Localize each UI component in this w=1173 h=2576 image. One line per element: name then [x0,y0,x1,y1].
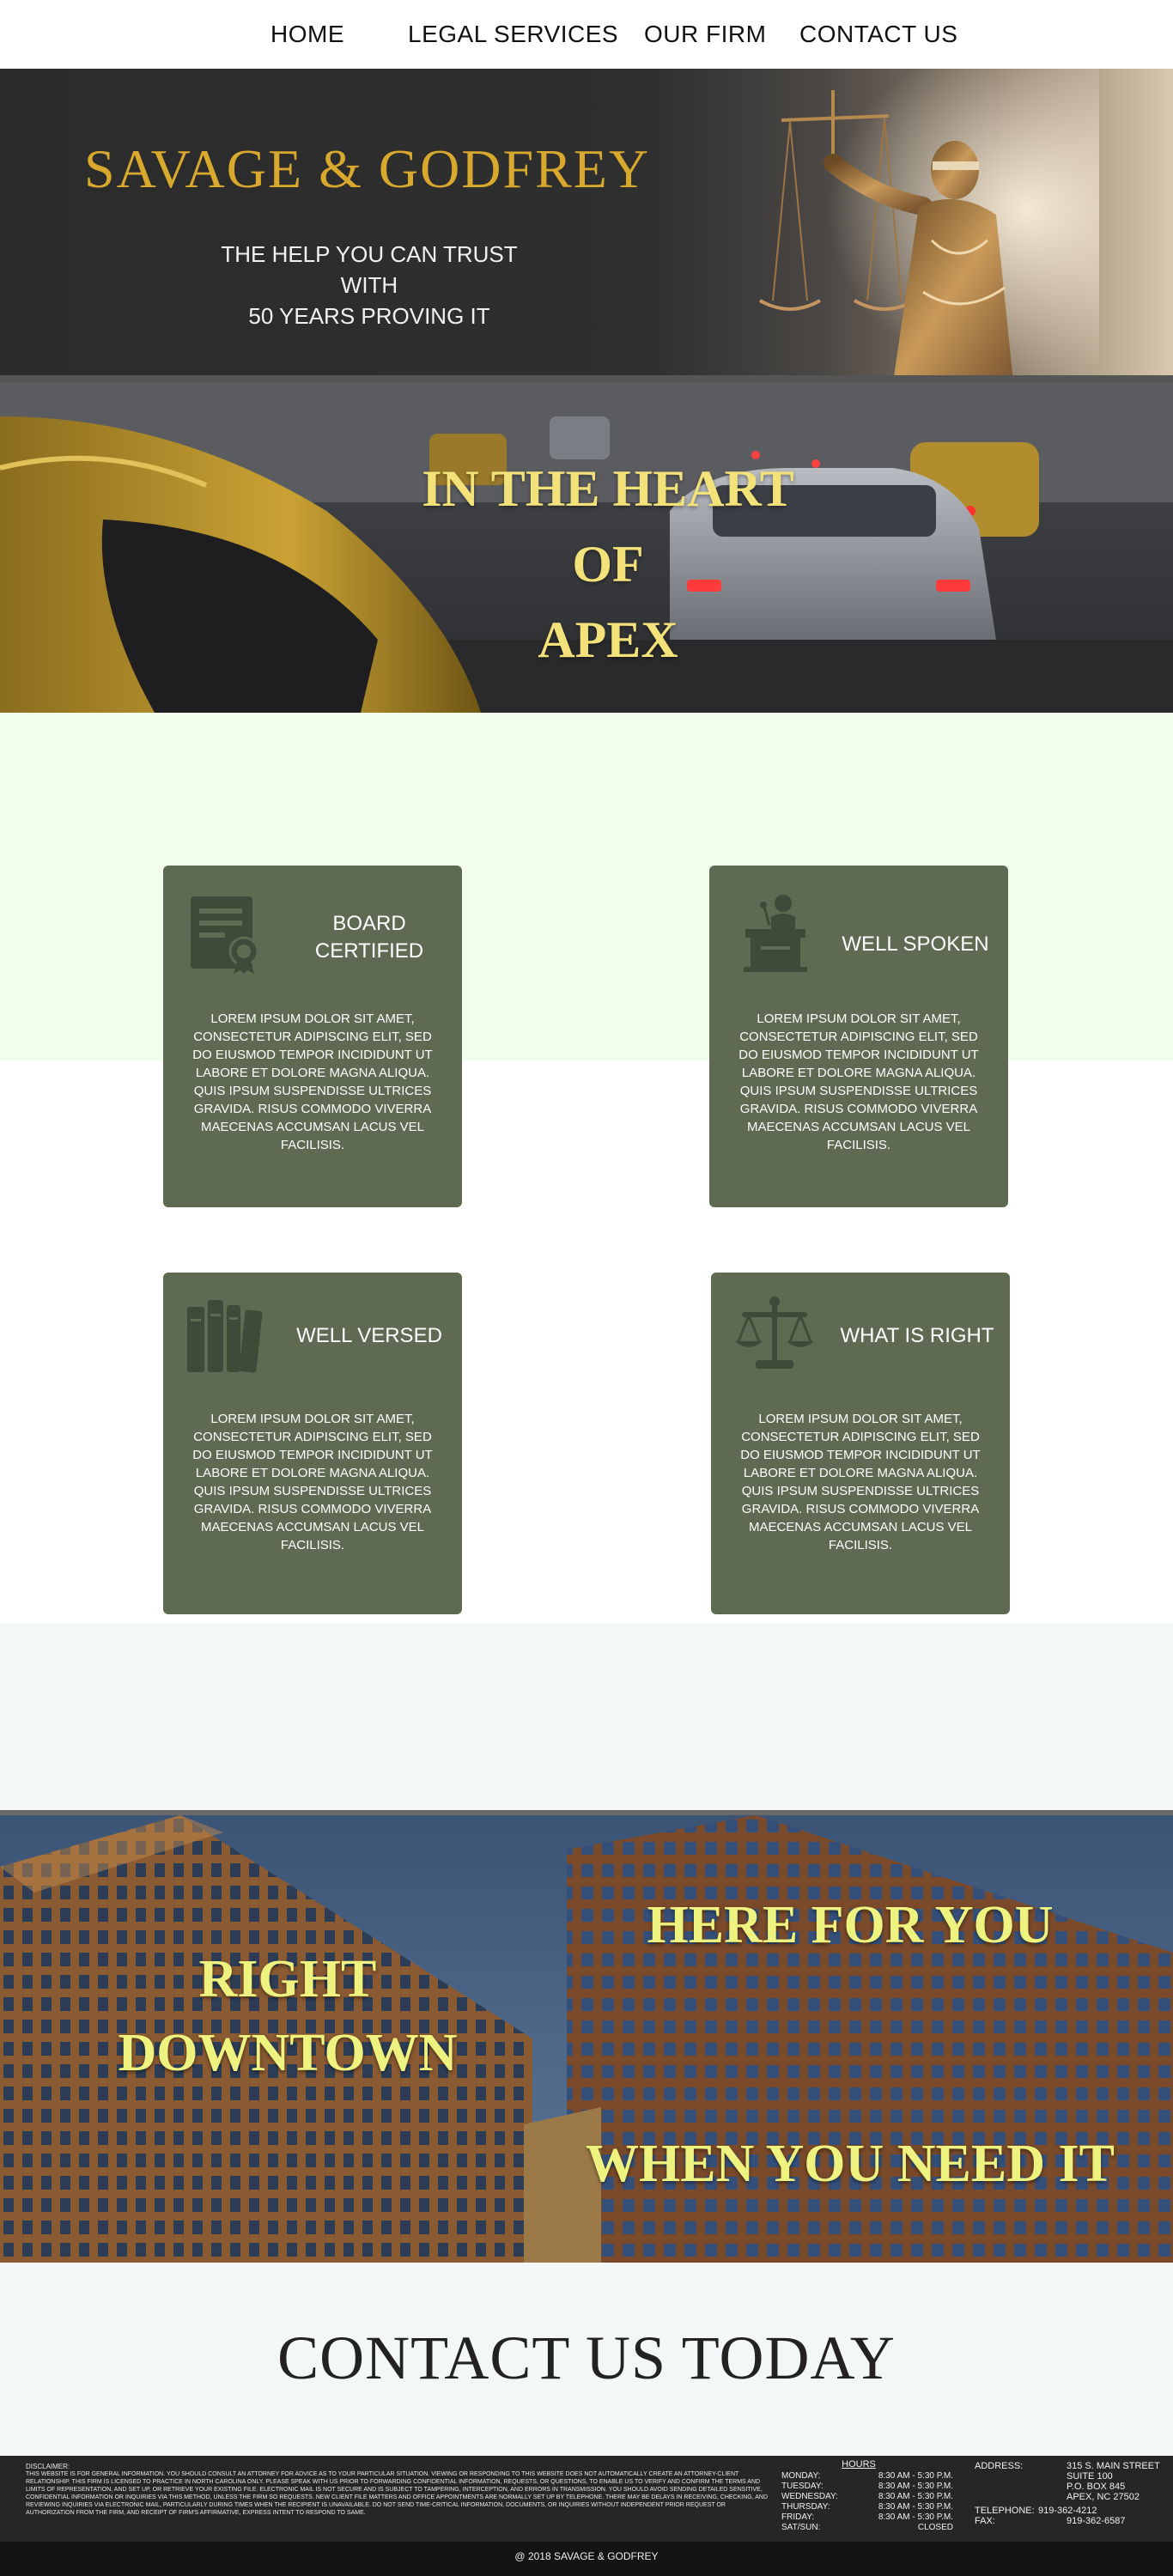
certificate-icon [191,896,259,974]
hours-day: MONDAY: [781,2471,821,2481]
feature-card-well-spoken: WELL SPOKEN LOREM IPSUM DOLOR SIT AMET, … [709,866,1008,1207]
card-title-line: BOARD [332,912,406,935]
card-body: LOREM IPSUM DOLOR SIT AMET, CONSECTETUR … [192,1412,433,1552]
card-title-line: CERTIFIED [314,939,424,963]
street-headline: IN THE HEART OF APEX [329,451,887,677]
hours-row: MONDAY: 8:30 AM - 5:30 P.M. [781,2471,953,2482]
podium-icon [744,895,807,972]
downtown-line: RIGHT [198,1950,377,2008]
hours-day: TUESDAY: [781,2482,824,2491]
address-row: ADDRESS: 315 S. MAIN STREET [975,2461,1164,2471]
card-body: LOREM IPSUM DOLOR SIT AMET, CONSECTETUR … [740,1412,981,1552]
downtown-banner: RIGHT DOWNTOWN HERE FOR YOU WHEN YOU NEE… [0,1810,1173,2263]
hours-time: 8:30 AM - 5:30 P.M. [878,2502,953,2512]
fax-label: FAX: [975,2516,995,2526]
fax-row: FAX: 919-362-6587 [975,2516,1164,2526]
hero-divider [0,375,1173,382]
hours-time: 8:30 AM - 5:30 P.M. [878,2471,953,2481]
card-title-line: WHAT IS RIGHT [840,1324,994,1347]
card-title: WELL VERSED [292,1322,447,1350]
hours-day: THURSDAY: [781,2502,830,2512]
headline-line: IN THE HEART [422,460,794,517]
nav-home-link[interactable]: HOME [270,21,344,48]
lady-justice-statue-icon [738,69,1099,382]
hours-row: SAT/SUN: CLOSED [781,2523,953,2533]
address-line: P.O. BOX 845 [1067,2482,1126,2492]
contact-title[interactable]: CONTACT US TODAY [0,2323,1173,2394]
feature-card-well-versed: WELL VERSED LOREM IPSUM DOLOR SIT AMET, … [163,1273,462,1614]
contact-section: CONTACT US TODAY [0,2263,1173,2456]
hours-day: WEDNESDAY: [781,2492,838,2501]
card-title: WELL SPOKEN [838,931,993,958]
hero-tagline: THE HELP YOU CAN TRUST WITH 50 YEARS PRO… [198,239,541,331]
feature-card-board-certified: BOARD CERTIFIED LOREM IPSUM DOLOR SIT AM… [163,866,462,1207]
downtown-line: DOWNTOWN [118,2024,458,2082]
card-title-line: WELL VERSED [296,1324,442,1347]
headline-line: OF [572,536,644,592]
feature-card-what-is-right: WHAT IS RIGHT LOREM IPSUM DOLOR SIT AMET… [711,1273,1010,1614]
telephone-row: TELEPHONE: 919-362-4212 [975,2506,1164,2516]
disclaimer-title: DISCLAIMER: [26,2463,70,2470]
address-row: SUITE 100 [975,2471,1164,2482]
hours-row: WEDNESDAY: 8:30 AM - 5:30 P.M. [781,2492,953,2502]
telephone-label: TELEPHONE: [975,2506,1035,2516]
top-nav: HOME LEGAL SERVICES OUR FIRM CONTACT US [0,0,1173,69]
hours-day: SAT/SUN: [781,2523,821,2532]
tagline-line: WITH [340,272,398,298]
hours-row: FRIDAY: 8:30 AM - 5:30 P.M. [781,2512,953,2523]
books-icon [187,1300,263,1373]
brand-logo-text: SAVAGE & GODFREY [84,138,651,199]
address-label: ADDRESS: [975,2461,1024,2471]
address-row: APEX, NC 27502 [975,2492,1164,2502]
address-row: P.O. BOX 845 [975,2482,1164,2492]
telephone-link[interactable]: 919-362-4212 [1038,2506,1097,2516]
when-you-need-it-text: WHEN YOU NEED IT [585,2135,1115,2193]
section-spacer [0,1623,1173,1810]
card-body: LOREM IPSUM DOLOR SIT AMET, CONSECTETUR … [192,1012,433,1152]
hours-time: 8:30 AM - 5:30 P.M. [878,2482,953,2491]
hero-banner: SAVAGE & GODFREY THE HELP YOU CAN TRUST … [0,69,1173,382]
street-banner: IN THE HEART OF APEX [0,382,1173,713]
fax-number: 919-362-6587 [1067,2516,1126,2526]
hours-time: CLOSED [917,2523,953,2532]
nav-our-firm-link[interactable]: OUR FIRM [644,21,766,48]
copyright: @ 2018 SAVAGE & GODFREY [0,2542,1173,2576]
here-for-you-text: HERE FOR YOU [647,1896,1054,1954]
nav-contact-us-link[interactable]: CONTACT US [799,21,957,48]
disclaimer-text: THIS WEBSITE IS FOR GENERAL INFORMATION.… [26,2471,769,2516]
contact-details: ADDRESS: 315 S. MAIN STREET SUITE 100 P.O… [975,2461,1164,2526]
hours-row: TUESDAY: 8:30 AM - 5:30 P.M. [781,2482,953,2492]
card-title: BOARD CERTIFIED [292,910,447,965]
tagline-line: THE HELP YOU CAN TRUST [221,241,518,267]
disclaimer: DISCLAIMER: THIS WEBSITE IS FOR GENERAL … [26,2463,773,2517]
card-body: LOREM IPSUM DOLOR SIT AMET, CONSECTETUR … [738,1012,979,1152]
office-hours: HOURS MONDAY: 8:30 AM - 5:30 P.M. TUESDAY… [781,2459,953,2533]
headline-line: APEX [538,611,678,668]
address-line: APEX, NC 27502 [1067,2492,1140,2502]
card-title: WHAT IS RIGHT [840,1322,994,1350]
hours-title: HOURS [842,2459,876,2470]
nav-legal-services-link[interactable]: LEGAL SERVICES [408,21,618,48]
right-downtown-text: RIGHT DOWNTOWN [86,1942,489,2090]
card-title-line: WELL SPOKEN [842,933,989,956]
hours-day: FRIDAY: [781,2512,815,2522]
hours-time: 8:30 AM - 5:30 P.M. [878,2492,953,2501]
tagline-line: 50 YEARS PROVING IT [248,303,490,329]
address-line: SUITE 100 [1067,2471,1113,2482]
footer: DISCLAIMER: THIS WEBSITE IS FOR GENERAL … [0,2456,1173,2542]
address-line: 315 S. MAIN STREET [1067,2461,1160,2471]
scales-icon [735,1297,814,1369]
hours-row: THURSDAY: 8:30 AM - 5:30 P.M. [781,2502,953,2512]
hours-time: 8:30 AM - 5:30 P.M. [878,2512,953,2522]
